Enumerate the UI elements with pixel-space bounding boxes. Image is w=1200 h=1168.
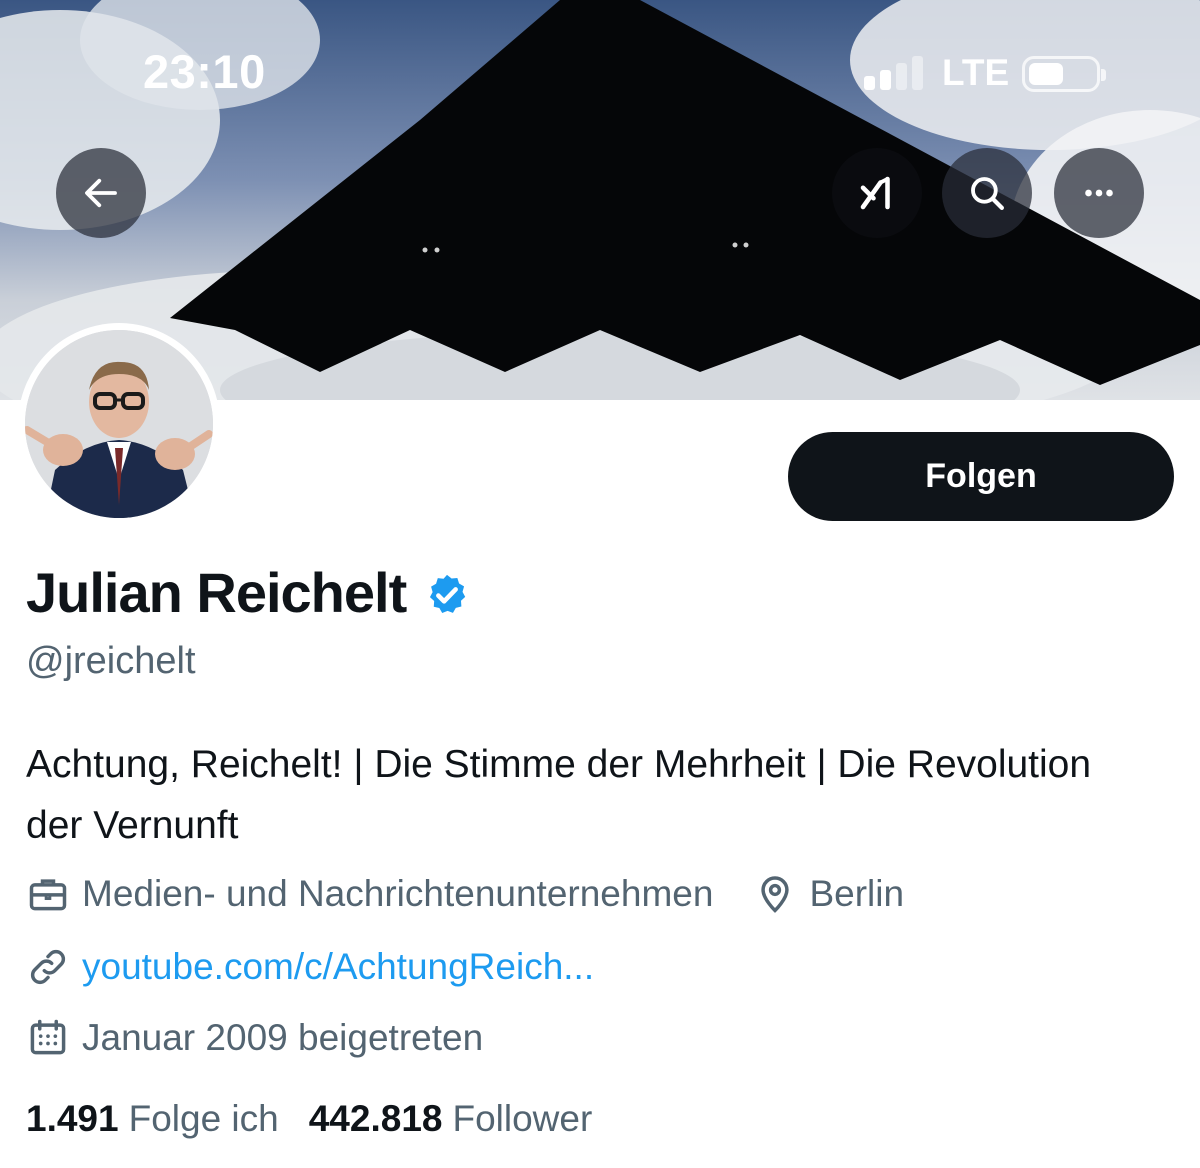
signal-icon xyxy=(864,54,928,90)
location-pin-icon xyxy=(761,876,790,913)
joined-date: Januar 2009 beigetreten xyxy=(82,1017,484,1058)
display-name: Julian Reichelt xyxy=(26,561,407,624)
location-text: Berlin xyxy=(809,873,905,914)
joined-row: Januar 2009 beigetreten xyxy=(26,1016,483,1060)
back-button[interactable] xyxy=(56,148,146,238)
battery-icon xyxy=(1022,56,1106,92)
link-icon xyxy=(30,949,66,985)
grok-icon xyxy=(860,176,890,210)
profile-bio: Achtung, Reichelt! | Die Stimme der Mehr… xyxy=(26,743,1092,847)
profile-avatar[interactable] xyxy=(18,323,220,525)
more-horizontal-icon xyxy=(1085,189,1113,197)
briefcase-icon xyxy=(29,879,67,911)
followers-count: 442.818 xyxy=(308,1098,443,1139)
website-link[interactable]: youtube.com/c/AchtungReich... xyxy=(82,946,594,988)
follow-button[interactable]: Folgen xyxy=(788,432,1174,521)
search-icon xyxy=(971,177,1004,210)
website-row: youtube.com/c/AchtungReich... xyxy=(26,945,594,989)
follow-stats: 1.491 Folge ich 442.818 Follower xyxy=(26,1098,592,1140)
network-type: LTE xyxy=(942,52,1010,93)
status-time: 23:10 xyxy=(143,45,266,98)
following-stat[interactable]: 1.491 Folge ich xyxy=(26,1098,279,1140)
followers-label: Follower xyxy=(452,1098,593,1139)
verified-badge-icon[interactable] xyxy=(424,572,470,618)
profile-category: Medien- und Nachrichtenunternehmen xyxy=(82,873,714,914)
arrow-left-icon xyxy=(85,178,117,208)
grok-button[interactable] xyxy=(832,148,922,238)
followers-stat[interactable]: 442.818 Follower xyxy=(309,1098,593,1140)
following-count: 1.491 xyxy=(26,1098,119,1139)
user-handle: @jreichelt xyxy=(26,640,196,682)
following-label: Folge ich xyxy=(128,1098,279,1139)
more-button[interactable] xyxy=(1054,148,1144,238)
name-row: Julian Reichelt xyxy=(26,560,470,625)
calendar-icon xyxy=(30,1019,66,1055)
profile-banner[interactable]: 23:10 LTE xyxy=(0,0,1200,400)
profile-meta-row: Medien- und Nachrichtenunternehmen Berli… xyxy=(26,872,904,916)
avatar-image xyxy=(25,330,213,518)
search-button[interactable] xyxy=(942,148,1032,238)
location: Berlin xyxy=(753,872,904,916)
